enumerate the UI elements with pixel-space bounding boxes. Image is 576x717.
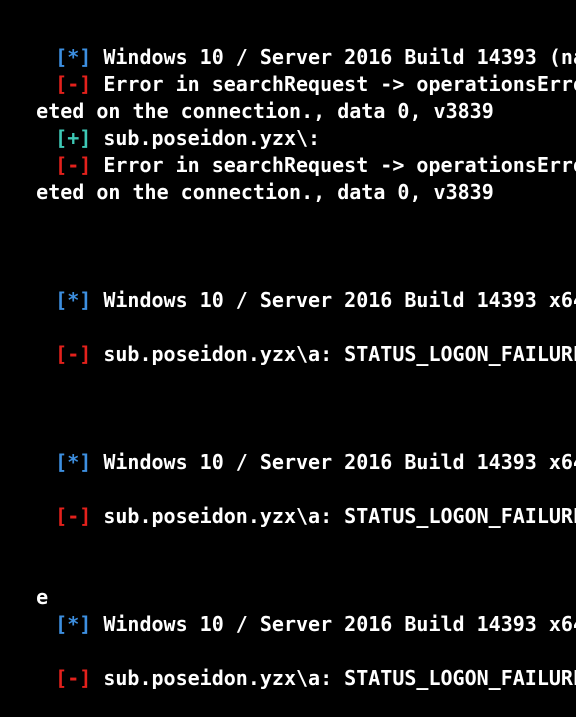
- terminal-line-error: [-] Error in searchRequest -> operations…: [7, 125, 576, 177]
- line-text: sub.poseidon.yzx\a: STATUS_LOGON_FAILURE: [91, 666, 576, 690]
- line-text: sub.poseidon.yzx\a: STATUS_LOGON_FAILURE: [91, 504, 576, 528]
- error-marker: [-]: [55, 666, 92, 690]
- line-text: sub.poseidon.yzx\a: STATUS_LOGON_FAILURE: [91, 342, 576, 366]
- terminal-line-fragment: e: [0, 557, 48, 609]
- terminal-line-info: [*] Windows 10 / Server 2016 Build 14393…: [7, 260, 576, 312]
- terminal-window[interactable]: [*] Windows 10 / Server 2016 Build 14393…: [0, 0, 576, 717]
- line-text: Windows 10 / Server 2016 Build 14393 x64…: [103, 612, 576, 636]
- terminal-line-error: [-] sub.poseidon.yzx\a: STATUS_LOGON_FAI…: [7, 638, 576, 690]
- error-marker: [-]: [55, 504, 92, 528]
- info-marker: [*]: [55, 612, 92, 636]
- terminal-line-success: [+] sub.poseidon.yzx\:: [7, 98, 320, 150]
- terminal-line-info: [*] Windows 10 / Server 2016 Build 14393…: [7, 422, 576, 474]
- error-marker: [-]: [55, 342, 92, 366]
- line-text: Windows 10 / Server 2016 Build 14393 x64…: [103, 450, 576, 474]
- info-marker: [*]: [55, 288, 92, 312]
- terminal-line-continuation: eted on the connection., data 0, v3839: [0, 71, 494, 123]
- terminal-line-continuation: eted on the connection., data 0, v3839: [0, 152, 494, 204]
- line-text: Windows 10 / Server 2016 Build 14393 x64…: [103, 288, 576, 312]
- terminal-line-error: [-] Error in searchRequest -> operations…: [7, 44, 576, 96]
- line-text: eted on the connection., data 0, v3839: [36, 180, 494, 204]
- info-marker: [*]: [55, 450, 92, 474]
- terminal-line-error: [-] sub.poseidon.yzx\a: STATUS_LOGON_FAI…: [7, 476, 576, 528]
- terminal-line-info: [*] Windows 10 / Server 2016 Build 14393…: [7, 584, 576, 636]
- terminal-line-info: [*] Windows 10 / Server 2016 Build 14393…: [7, 17, 576, 69]
- terminal-line-error: [-] sub.poseidon.yzx\a: STATUS_LOGON_FAI…: [7, 314, 576, 366]
